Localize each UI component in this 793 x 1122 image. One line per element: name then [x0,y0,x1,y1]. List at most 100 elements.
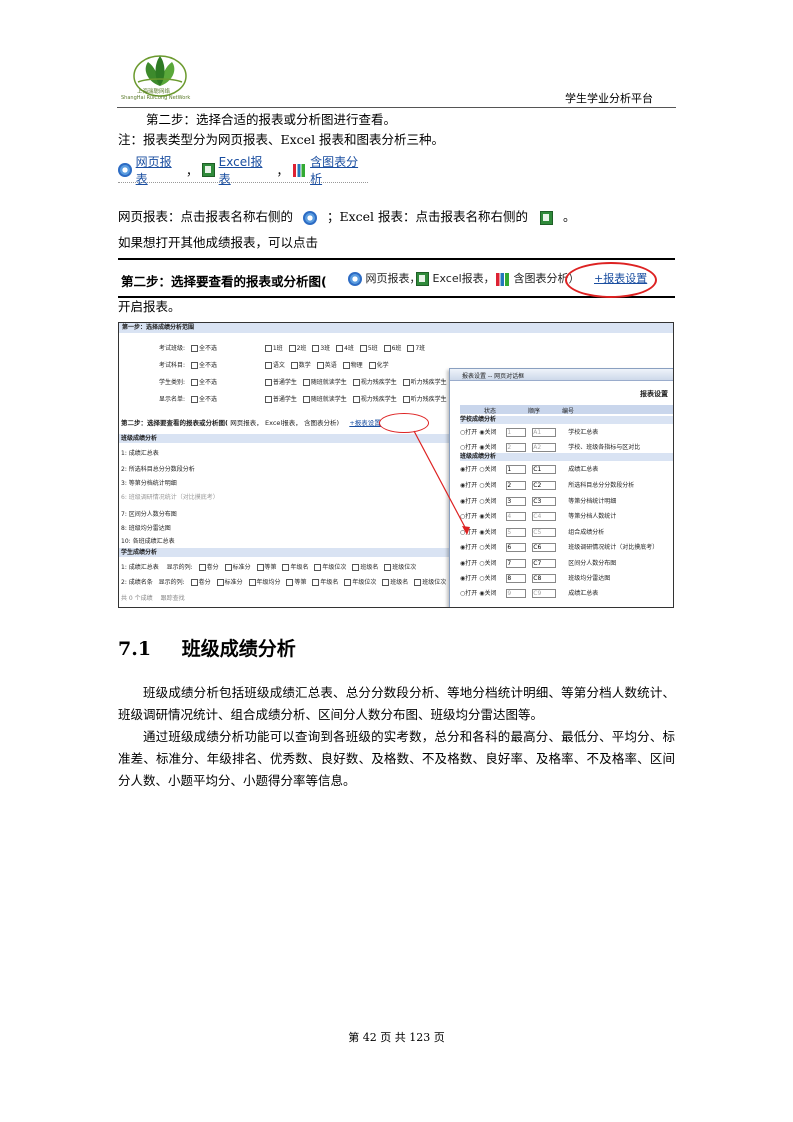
filter-row-student-type: 学生类别: 全不选 普通学生 随班就读学生 视力残疾学生 听力残疾学生 [159,377,447,386]
checkbox[interactable] [312,345,320,352]
dialog-titlebar: 报表设置 -- 网页对话框 [450,369,673,381]
checkbox[interactable] [402,379,410,386]
checkbox[interactable] [264,396,272,403]
checkbox[interactable] [368,362,376,369]
code-input[interactable]: C6 [532,543,557,552]
step2-web[interactable]: 网页报表， [230,419,263,427]
code-input[interactable]: C2 [532,481,557,490]
radio-open-label: 打开 [465,590,478,597]
checkbox[interactable] [264,379,272,386]
code-input[interactable]: A1 [532,428,557,437]
step2-chart[interactable]: 含图表分析) [304,419,339,427]
order-input[interactable]: 5 [506,528,527,537]
radio-open-label: 打开 [465,482,478,489]
checkbox[interactable] [336,345,344,352]
code-input[interactable]: C5 [532,528,557,537]
checkbox[interactable] [288,345,296,352]
code-input[interactable]: C9 [532,589,557,598]
code-input[interactable]: C3 [532,497,557,506]
banner-excel-item[interactable]: Excel报表， [416,270,495,286]
checkbox[interactable] [359,345,367,352]
option-label: 标准分 [224,579,243,586]
radio-close-label: 关闭 [484,498,497,505]
checkbox[interactable] [224,564,232,571]
banner-web-item[interactable]: 网页报表， [348,270,421,286]
report-item[interactable]: 2: 成绩名条 [121,579,153,586]
checkbox[interactable] [190,396,198,403]
checkbox[interactable] [190,579,198,586]
radio-close-label: 关闭 [484,482,497,489]
checkbox[interactable] [382,579,390,586]
report-name: 成绩汇总表 [568,590,599,597]
order-input[interactable]: 4 [506,512,527,521]
dialog-section-class: 班级成绩分析 [460,453,673,461]
excel-report-icon [540,210,554,225]
checkbox[interactable] [352,379,360,386]
checkbox[interactable] [302,396,310,403]
report-type-note: 注：报表类型分为网页报表、Excel 报表和图表分析三种。 [118,132,445,147]
checkbox[interactable] [264,362,272,369]
report-name: 成绩汇总表 [568,466,599,473]
code-input[interactable]: C7 [532,559,557,568]
checkbox[interactable] [286,579,294,586]
checkbox[interactable] [190,345,198,352]
option-label: 班级名 [360,564,379,571]
checkbox[interactable] [264,345,272,352]
code-input[interactable]: C8 [532,574,557,583]
logo-english-name: ShangHai RuiCong NetWork [121,95,191,101]
checkbox[interactable] [198,564,206,571]
order-input[interactable]: 7 [506,559,527,568]
filter-row-class: 考试班级: 全不选 1班 2班 3班 4班 5班 6班 7班 [159,343,425,352]
step2-excel[interactable]: Excel报表， [265,419,302,427]
report-item[interactable]: 1: 成绩汇总表 [121,564,159,571]
radio-close-label: 关闭 [484,560,497,567]
checkbox[interactable] [414,579,422,586]
order-input[interactable]: 6 [506,543,527,552]
checkbox[interactable] [190,379,198,386]
order-input[interactable]: 1 [506,465,527,474]
report-item[interactable]: 1: 成绩汇总表 [121,448,159,457]
checkbox[interactable] [290,362,298,369]
checkbox[interactable] [248,579,256,586]
report-item[interactable]: 2: 所选科目总分分数段分析 [121,464,195,473]
order-input[interactable]: 8 [506,574,527,583]
checkbox[interactable] [316,362,324,369]
step2-header-small: 第二步：选择要查看的报表或分析图( 网页报表， Excel报表， 含图表分析) … [121,417,381,427]
checkbox[interactable] [302,379,310,386]
checkbox[interactable] [402,396,410,403]
checkbox[interactable] [384,564,392,571]
checkbox[interactable] [256,564,264,571]
code-input[interactable]: C4 [532,512,557,521]
option-label: 随班就读学生 [310,396,347,403]
checkbox[interactable] [216,579,224,586]
web-report-link[interactable]: 网页报表 [136,153,182,187]
order-input[interactable]: 2 [506,443,527,452]
report-item[interactable]: 3: 等第分档统计明细 [121,478,177,487]
dialog-report-row: ◉打开 ○关闭 1 C1 成绩汇总表 [460,464,598,474]
order-input[interactable]: 9 [506,589,527,598]
order-input[interactable]: 3 [506,497,527,506]
checkbox[interactable] [352,564,360,571]
report-item[interactable]: 7: 区间分人数分布图 [121,509,177,518]
tracking-search[interactable]: 跟踪查找 [161,595,185,602]
checkbox[interactable] [383,345,391,352]
report-item[interactable]: 10: 各班成绩汇总表 [121,536,175,545]
checkbox[interactable] [342,362,350,369]
order-input[interactable]: 1 [506,428,527,437]
order-input[interactable]: 2 [506,481,527,490]
checkbox[interactable] [190,362,198,369]
section-paragraph-2: 通过班级成绩分析功能可以查询到各班级的实考数，总分和各科的最高分、最低分、平均分… [118,729,675,788]
section-number: 7.1 [118,638,152,660]
code-input[interactable]: C1 [532,465,557,474]
checkbox[interactable] [407,345,415,352]
checkbox[interactable] [344,579,352,586]
chart-report-link[interactable]: 含图表分析 [310,153,368,187]
excel-report-link[interactable]: Excel报表 [219,153,273,187]
report-settings-link-small[interactable]: +报表设置 [349,419,380,427]
checkbox[interactable] [314,564,322,571]
checkbox[interactable] [282,564,290,571]
checkbox[interactable] [352,396,360,403]
report-item[interactable]: 8: 班级均分雷达图 [121,523,171,532]
checkbox[interactable] [312,579,320,586]
code-input[interactable]: A2 [532,443,557,452]
